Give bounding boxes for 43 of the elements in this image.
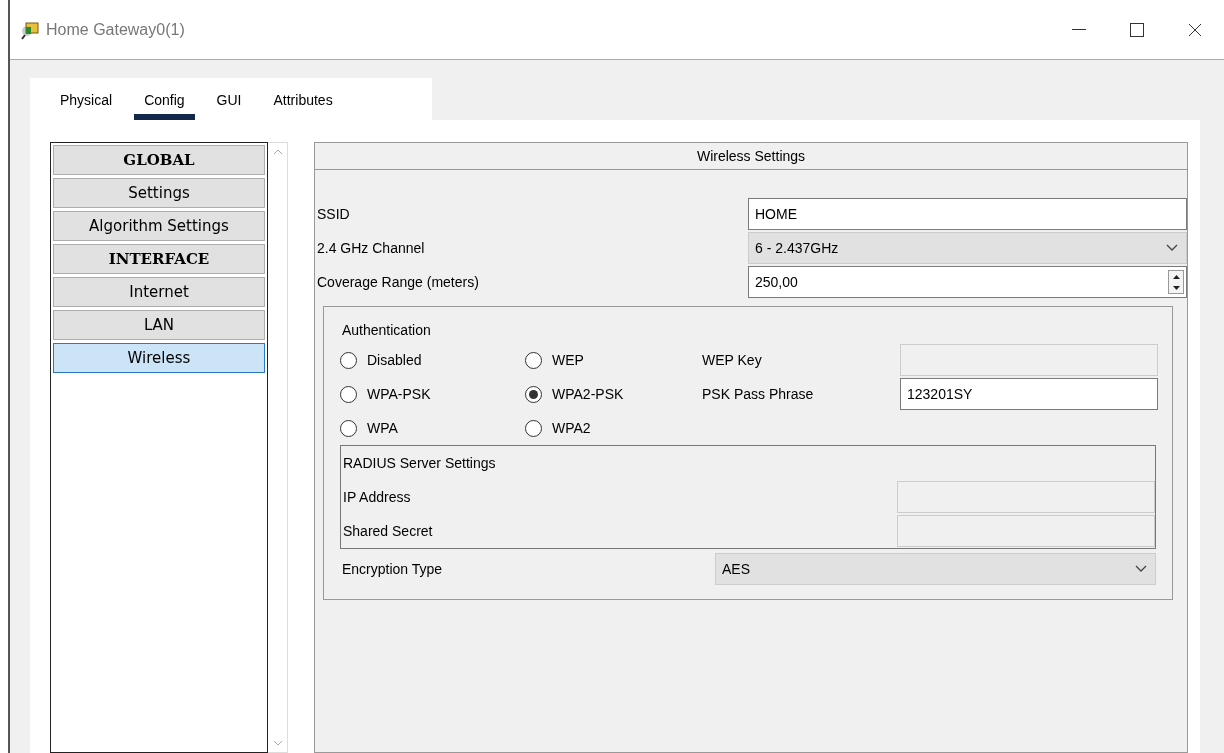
- router-icon: [20, 19, 40, 40]
- field-label: Encryption Type: [341, 560, 444, 579]
- window-title: Home Gateway0(1): [46, 20, 185, 39]
- scrollbar[interactable]: [268, 142, 288, 753]
- dropdown[interactable]: 6 - 2.437GHz: [748, 232, 1187, 264]
- sidebar-item[interactable]: GLOBAL: [53, 145, 265, 175]
- sidebar-item[interactable]: Algorithm Settings: [53, 211, 265, 241]
- radio-option[interactable]: WPA2: [525, 419, 700, 437]
- input-field[interactable]: 123201SY: [900, 378, 1158, 410]
- radio-option[interactable]: WEP: [525, 351, 700, 369]
- radio-option[interactable]: Disabled: [340, 351, 525, 369]
- radio-option[interactable]: WPA: [340, 419, 525, 437]
- field-label: IP Address: [342, 488, 412, 507]
- tab[interactable]: Physical: [50, 86, 123, 120]
- radio-option[interactable]: WPA2-PSK: [525, 385, 700, 403]
- field-label: SSID: [316, 205, 351, 224]
- close-icon: [1188, 22, 1202, 37]
- spin-buttons[interactable]: [1168, 270, 1184, 294]
- maximize-icon: [1130, 22, 1144, 37]
- field-label: Shared Secret: [342, 522, 434, 541]
- input-field[interactable]: HOME: [748, 198, 1187, 230]
- field-label: Coverage Range (meters): [316, 273, 480, 292]
- sidebar-item[interactable]: Wireless: [53, 343, 265, 373]
- tab[interactable]: Attributes: [263, 86, 343, 120]
- sidebar-item[interactable]: Settings: [53, 178, 265, 208]
- sidebar-item[interactable]: INTERFACE: [53, 244, 265, 274]
- tab[interactable]: GUI: [206, 86, 252, 120]
- field-label: PSK Pass Phrase: [701, 385, 815, 404]
- chevron-down-icon: [1135, 565, 1147, 573]
- group-title: Authentication: [341, 321, 432, 340]
- chevron-down-icon: [1166, 244, 1178, 252]
- sidebar-item[interactable]: LAN: [53, 310, 265, 340]
- minimize-icon: [1072, 28, 1086, 31]
- field-label: 2.4 GHz Channel: [316, 239, 426, 258]
- sidebar-item[interactable]: Internet: [53, 277, 265, 307]
- panel-title: Wireless Settings: [315, 143, 1187, 170]
- dropdown[interactable]: AES: [715, 553, 1156, 585]
- group-title: RADIUS Server Settings: [342, 454, 497, 473]
- spin-field[interactable]: 250,00: [748, 266, 1187, 298]
- radio-option[interactable]: WPA-PSK: [340, 385, 525, 403]
- chevron-down-icon: [272, 740, 283, 746]
- field-label: WEP Key: [701, 351, 763, 370]
- chevron-up-icon: [272, 149, 283, 155]
